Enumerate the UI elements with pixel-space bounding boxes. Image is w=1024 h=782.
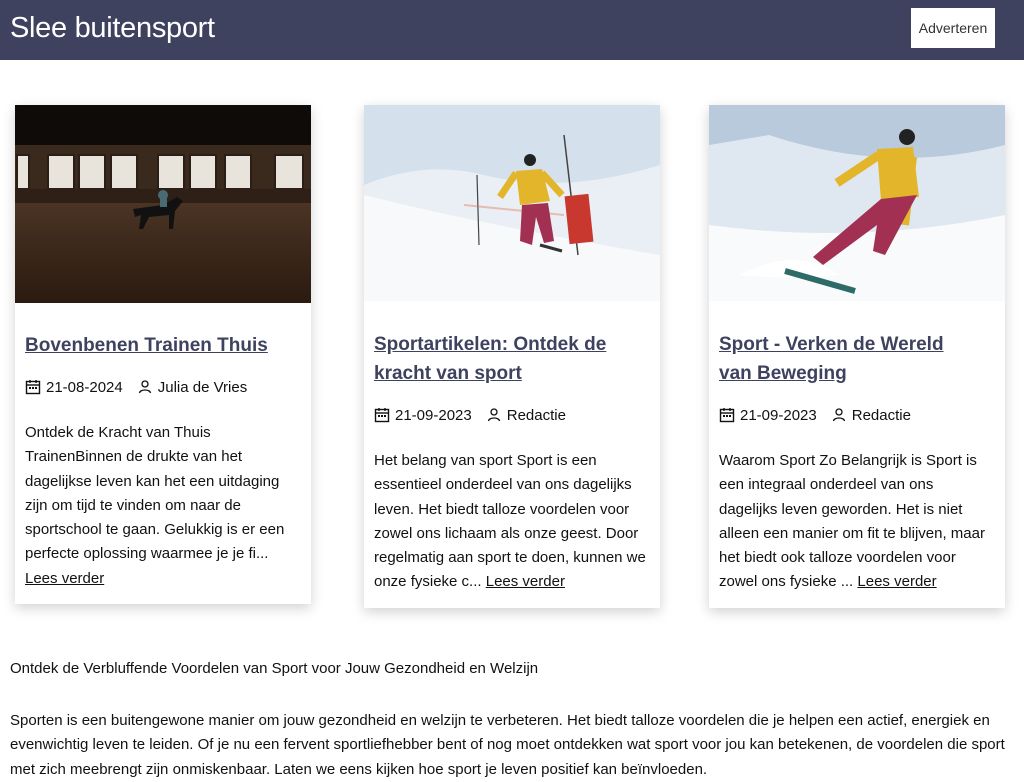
card-meta: 21-09-2023 Redactie [374, 405, 650, 425]
read-more-link[interactable]: Lees verder [486, 573, 565, 590]
calendar-icon [374, 408, 390, 423]
card-date: 21-09-2023 [740, 406, 817, 424]
article-card: Sportartikelen: Ontdek de kracht van spo… [364, 105, 660, 608]
card-author: Julia de Vries [157, 378, 248, 396]
calendar-icon [719, 408, 735, 423]
card-title-link[interactable]: Sport - Verken de Wereld van Beweging [719, 330, 979, 388]
article-paragraph: Sporten is een buitengewone manier om jo… [10, 712, 1005, 778]
card-author: Redactie [851, 406, 911, 424]
section-intro: Ontdek de Verbluffende Voordelen van Spo… [10, 660, 539, 677]
card-excerpt: Waarom Sport Zo Belangrijk is Sport is e… [719, 452, 985, 591]
card-author: Redactie [506, 406, 566, 424]
card-excerpt: Ontdek de Kracht van Thuis TrainenBinnen… [25, 424, 285, 587]
card-image-snowboarder[interactable] [709, 105, 1005, 301]
site-title[interactable]: Slee buitensport [10, 12, 215, 45]
card-date: 21-09-2023 [395, 406, 472, 424]
advertise-button[interactable]: Adverteren [911, 8, 995, 48]
card-image-skier[interactable] [364, 105, 660, 301]
calendar-icon [25, 380, 41, 395]
card-excerpt: Het belang van sport Sport is een essent… [374, 452, 646, 591]
card-title-link[interactable]: Bovenbenen Trainen Thuis [25, 331, 301, 360]
site-header: Slee buitensport Adverteren [0, 0, 1024, 60]
user-icon [832, 408, 845, 422]
card-image-horse-arena[interactable] [15, 105, 311, 303]
read-more-link[interactable]: Lees verder [25, 570, 104, 587]
card-date: 21-08-2024 [46, 378, 123, 396]
read-more-link[interactable]: Lees verder [857, 573, 936, 590]
article-card: Bovenbenen Trainen Thuis 21-08-2024 Juli… [15, 105, 311, 604]
article-card: Sport - Verken de Wereld van Beweging 21… [709, 105, 1005, 608]
user-icon [138, 380, 151, 394]
user-icon [487, 408, 500, 422]
card-meta: 21-09-2023 Redactie [719, 405, 995, 425]
card-title-link[interactable]: Sportartikelen: Ontdek de kracht van spo… [374, 330, 624, 388]
card-meta: 21-08-2024 Julia de Vries [25, 377, 301, 397]
